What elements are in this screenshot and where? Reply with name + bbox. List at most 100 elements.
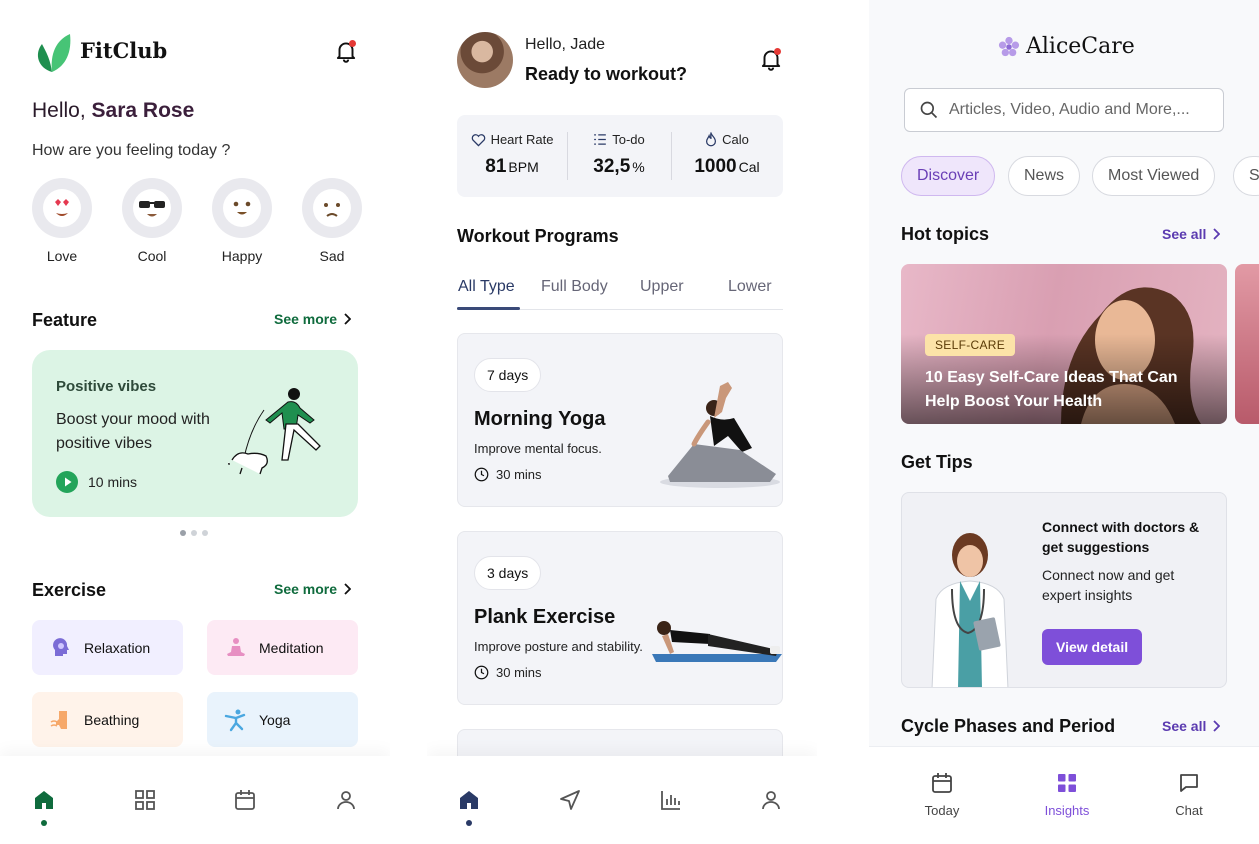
feeling-question: How are you feeling today ? [32, 142, 231, 159]
tab-full-body[interactable]: Full Body [541, 278, 608, 296]
notification-button[interactable] [758, 46, 784, 77]
grid-icon[interactable] [133, 788, 157, 812]
grid-icon [1058, 774, 1076, 792]
program-card-plank[interactable]: 3 days Plank Exercise Improve posture an… [457, 531, 783, 705]
stat-heart-rate: Heart Rate 81 BPM [457, 115, 567, 197]
hot-topics-see-all[interactable]: See all [1162, 226, 1221, 242]
tab-insights[interactable]: Insights [1022, 771, 1112, 818]
chevron-right-icon [344, 313, 352, 325]
tab-today[interactable]: Today [897, 771, 987, 818]
clock-icon [474, 467, 489, 482]
program-tabs: All Type Full Body Upper Lower [457, 278, 783, 310]
tips-card[interactable]: Connect with doctors & get suggestions C… [901, 492, 1227, 688]
woman-walking-dog-illustration [228, 388, 321, 475]
hot-topic-card[interactable]: SELF-CARE 10 Easy Self-Care Ideas That C… [901, 264, 1227, 424]
yoga-pose-icon [223, 707, 249, 733]
exercise-yoga[interactable]: Yoga [207, 692, 358, 747]
mood-cool[interactable]: Cool [121, 178, 183, 264]
search-input[interactable] [949, 101, 1211, 119]
doctor-illustration [931, 533, 1009, 687]
bottom-tab-bar: Today Insights Chat [869, 746, 1259, 844]
feature-title: Feature [32, 310, 98, 330]
workout-screen: Hello, Jade Ready to workout? Heart Rate… [427, 0, 817, 844]
category-badge: SELF-CARE [925, 334, 1016, 356]
avatar[interactable] [457, 32, 513, 88]
programs-title: Workout Programs [457, 226, 619, 246]
cycle-see-all[interactable]: See all [1162, 718, 1221, 734]
yoga-pose-illustration [660, 382, 780, 488]
fitclub-screen: FitClub Hello, Sara Rose How are you fee… [0, 0, 390, 844]
stats-panel: Heart Rate 81 BPM To-do 32,5% Calo 1000 Ca… [457, 115, 783, 197]
notification-dot [774, 48, 781, 55]
meditation-icon [223, 635, 249, 661]
view-detail-button[interactable]: View detail [1042, 629, 1143, 665]
happy-face-icon [223, 189, 261, 227]
program-duration: 30 mins [474, 467, 542, 482]
tab-upper[interactable]: Upper [640, 278, 684, 296]
heart-icon [471, 133, 485, 147]
chip-news[interactable]: News [1008, 156, 1081, 196]
brand-logo: AliceCare [998, 34, 1135, 59]
calendar-icon[interactable] [233, 788, 257, 812]
exercise-breathing[interactable]: Beathing [32, 692, 183, 747]
program-title: Morning Yoga [474, 408, 606, 430]
feature-card-title: Positive vibes [56, 378, 157, 395]
cool-face-icon [133, 189, 171, 227]
stat-todo: To-do 32,5% [593, 132, 645, 177]
notification-button[interactable] [333, 38, 359, 69]
navigation-icon[interactable] [558, 788, 582, 812]
program-card-morning-yoga[interactable]: 7 days Morning Yoga Improve mental focus… [457, 333, 783, 507]
home-icon[interactable] [457, 788, 481, 812]
list-icon [594, 134, 607, 145]
days-chip: 3 days [474, 556, 542, 590]
tab-chat[interactable]: Chat [1144, 771, 1234, 818]
home-icon[interactable] [32, 788, 56, 812]
alicecare-screen: AliceCare Discover News Most Viewed S Ho… [869, 0, 1259, 844]
exercise-see-more-link[interactable]: See more [274, 581, 352, 597]
chip-most-viewed[interactable]: Most Viewed [1092, 156, 1216, 196]
feature-card[interactable]: Positive vibes Boost your mood with posi… [32, 350, 358, 517]
feature-see-more-link[interactable]: See more [274, 311, 352, 327]
chat-icon [1180, 774, 1198, 792]
exercise-title: Exercise [32, 580, 107, 600]
get-tips-title: Get Tips [901, 452, 973, 472]
mood-sad[interactable]: Sad [301, 178, 363, 264]
profile-icon[interactable] [759, 788, 783, 812]
exercise-meditation[interactable]: Meditation [207, 620, 358, 675]
program-duration: 30 mins [474, 665, 542, 680]
chip-discover[interactable]: Discover [901, 156, 996, 196]
carousel-dots[interactable] [180, 530, 208, 536]
tab-lower[interactable]: Lower [728, 278, 772, 296]
flame-icon [706, 132, 717, 147]
tab-all-type[interactable]: All Type [458, 278, 515, 296]
brand-name: AliceCare [1026, 34, 1135, 59]
greeting: Hello, Jade [525, 36, 606, 53]
play-icon[interactable] [56, 471, 78, 493]
greeting: Hello, Sara Rose [32, 99, 195, 122]
mood-love[interactable]: Love [31, 178, 93, 264]
chevron-right-icon [344, 583, 352, 595]
chip-partial[interactable]: S [1233, 156, 1259, 196]
exercise-relaxation[interactable]: Relaxation [32, 620, 183, 675]
leaf-logo-icon [37, 34, 71, 72]
chevron-right-icon [1213, 720, 1221, 732]
profile-icon[interactable] [334, 788, 358, 812]
breathing-icon [48, 707, 74, 733]
search-icon [920, 101, 938, 119]
bottom-tab-bar [0, 756, 390, 844]
active-tab-dot [41, 820, 47, 826]
hot-topic-headline: 10 Easy Self-Care Ideas That Can Help Bo… [925, 369, 1178, 410]
feature-card-desc: Boost your mood with positive vibes [56, 411, 210, 452]
search-box[interactable] [904, 88, 1224, 132]
clock-icon [474, 665, 489, 680]
program-subtitle: Improve mental focus. [474, 441, 602, 456]
cycle-title: Cycle Phases and Period [901, 716, 1116, 736]
program-subtitle: Improve posture and stability. [474, 639, 643, 654]
hot-topics-title: Hot topics [901, 224, 989, 244]
flower-icon [998, 36, 1020, 56]
next-hot-topic-card[interactable] [1235, 264, 1259, 424]
mood-happy[interactable]: Happy [211, 178, 273, 264]
chart-icon[interactable] [659, 788, 683, 812]
program-title: Plank Exercise [474, 606, 616, 628]
subtitle: Ready to workout? [525, 64, 688, 84]
